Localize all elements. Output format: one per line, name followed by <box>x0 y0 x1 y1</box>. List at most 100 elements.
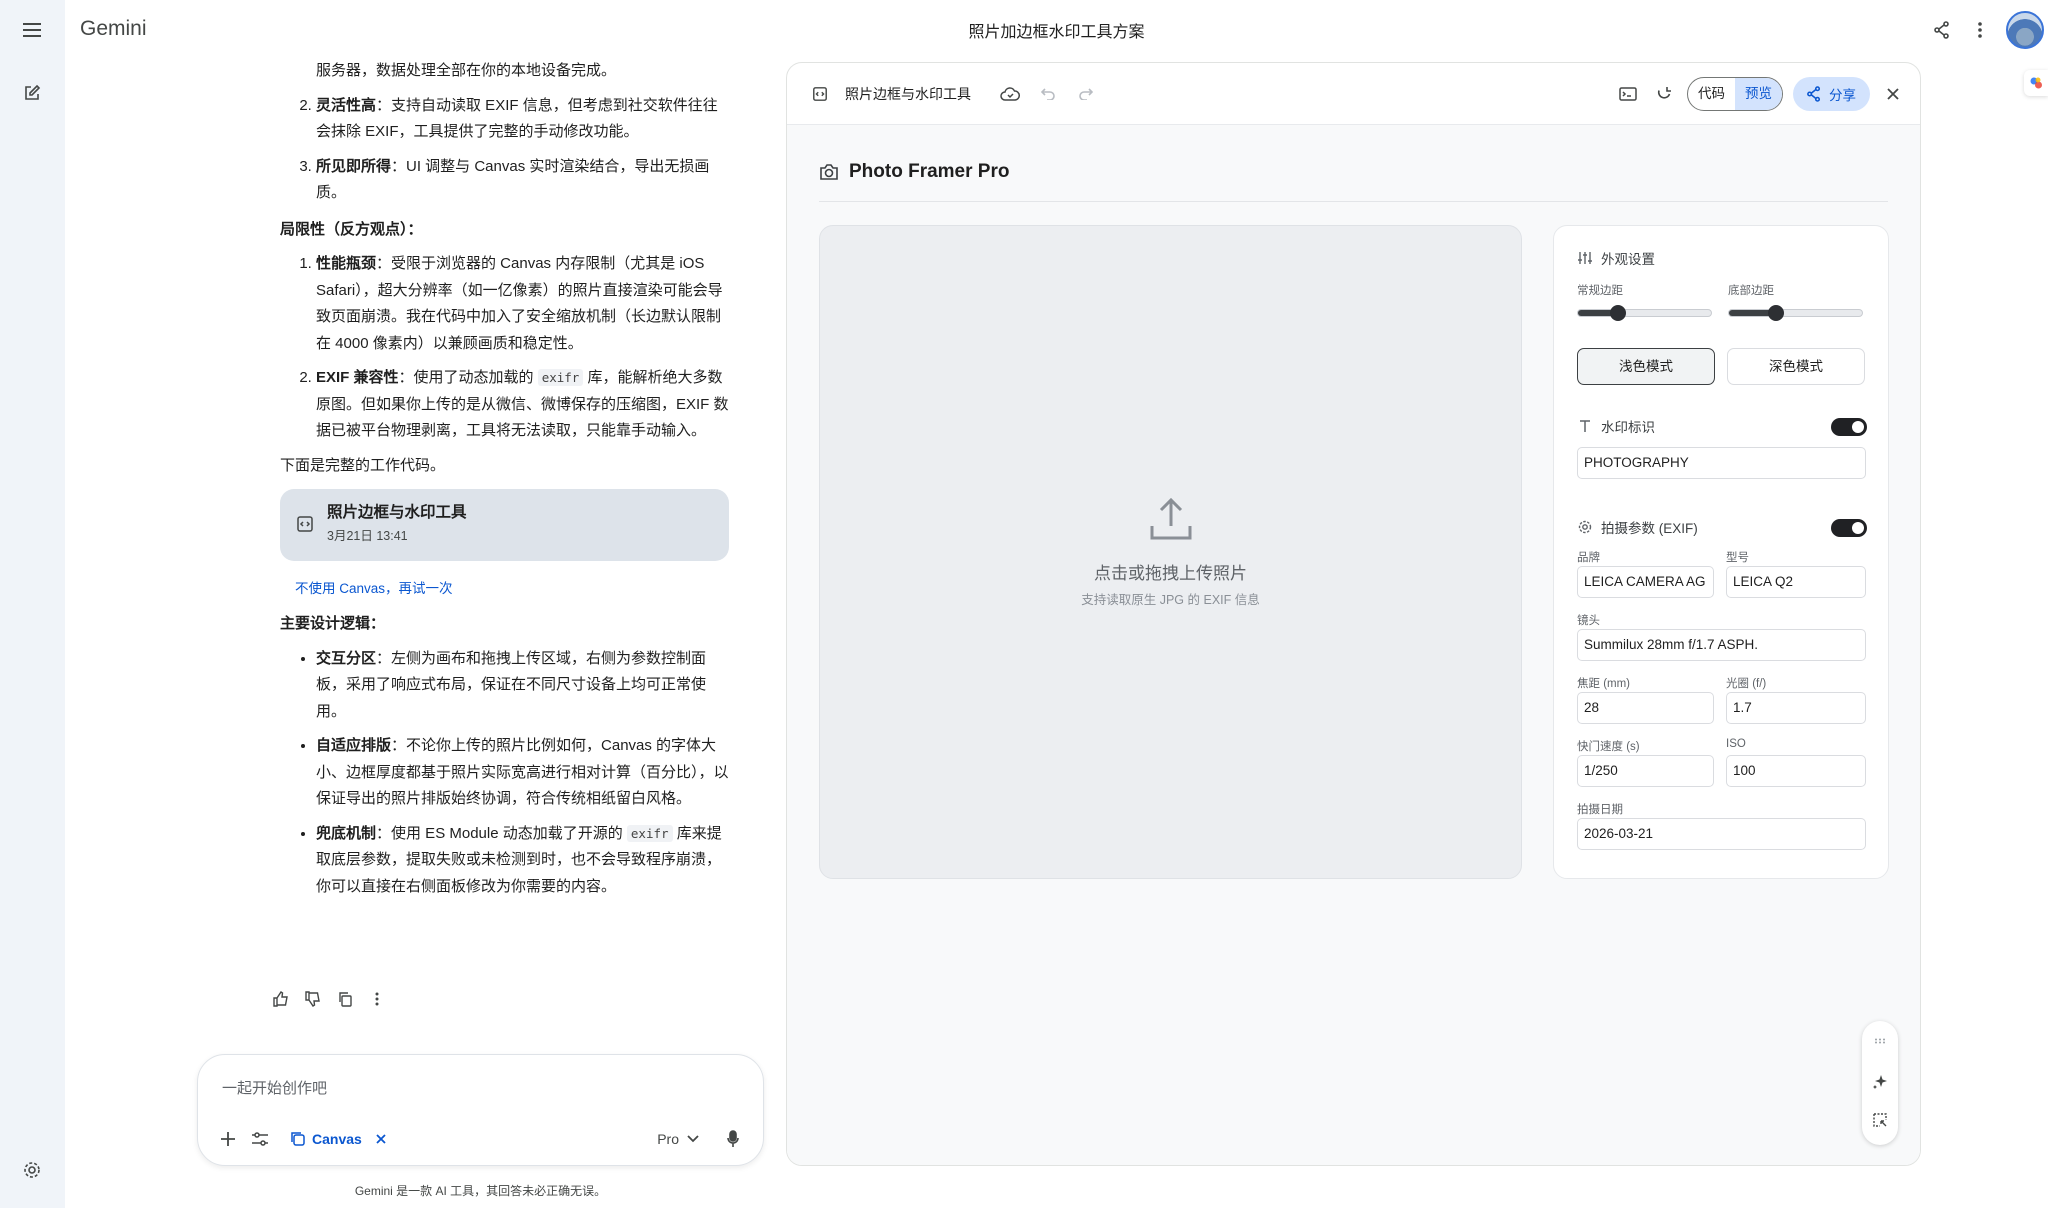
cloud-save-icon[interactable] <box>997 81 1023 107</box>
camera-icon <box>820 164 838 180</box>
appearance-section: 外观设置 <box>1577 248 1655 268</box>
list-item: 自适应排版：不论你上传的照片比例如何，Canvas 的字体大小、边框厚度都基于照… <box>316 733 730 813</box>
watermark-input[interactable]: PHOTOGRAPHY <box>1577 447 1866 479</box>
console-icon[interactable] <box>1615 81 1641 107</box>
tab-preview[interactable]: 预览 <box>1735 78 1782 110</box>
sparkle-icon[interactable] <box>1868 1070 1892 1094</box>
canvas-chip-label: Canvas <box>312 1131 362 1147</box>
more-vert-icon[interactable] <box>366 988 388 1010</box>
limits-list: 性能瓶颈：受限于浏览器的 Canvas 内存限制（尤其是 iOS Safari）… <box>280 251 730 445</box>
control-panel: 外观设置 常规边距 底部边距 浅色模式 深色模式 水印标识 PHOTOGRAPH… <box>1553 225 1889 879</box>
copy-icon[interactable] <box>334 988 356 1010</box>
margin-slider[interactable] <box>1577 305 1712 321</box>
extension-icon <box>2030 77 2042 89</box>
menu-icon[interactable] <box>18 16 46 44</box>
upload-hint: 支持读取原生 JPG 的 EXIF 信息 <box>1081 593 1260 607</box>
brand-input[interactable]: LEICA CAMERA AG <box>1577 566 1714 598</box>
exif-label: 拍摄参数 (EXIF) <box>1601 521 1698 536</box>
model-input[interactable]: LEICA Q2 <box>1726 566 1866 598</box>
text-icon <box>1577 418 1593 434</box>
tab-code[interactable]: 代码 <box>1688 78 1735 110</box>
divider <box>819 201 1888 202</box>
dark-mode-button[interactable]: 深色模式 <box>1727 348 1865 385</box>
extension-badge[interactable] <box>2024 70 2048 96</box>
list-item: 灵活性高：支持自动读取 EXIF 信息，但考虑到社交软件往往会抹除 EXIF，工… <box>316 93 730 146</box>
drag-handle-icon[interactable] <box>1868 1029 1892 1053</box>
add-icon[interactable] <box>212 1123 244 1155</box>
share-button[interactable]: 分享 <box>1793 77 1870 111</box>
app-name: Photo Framer Pro <box>849 161 1010 182</box>
chevron-down-icon <box>687 1135 699 1143</box>
focal-input[interactable]: 28 <box>1577 692 1714 724</box>
prompt-input[interactable]: 一起开始创作吧 <box>222 1077 327 1098</box>
canvas-card[interactable]: 照片边框与水印工具 3月21日 13:41 <box>280 489 729 561</box>
thumbs-up-icon[interactable] <box>270 988 292 1010</box>
iso-input[interactable]: 100 <box>1726 755 1866 787</box>
watermark-toggle[interactable] <box>1831 418 1867 436</box>
avatar[interactable] <box>2006 11 2044 49</box>
list-item: 交互分区：左侧为画布和拖拽上传区域，右侧为参数控制面板，采用了响应式布局，保证在… <box>316 646 730 726</box>
canvas-card-time: 3月21日 13:41 <box>327 529 408 543</box>
retry-without-canvas-link[interactable]: 不使用 Canvas，再试一次 <box>295 579 730 599</box>
tools-icon[interactable] <box>244 1123 276 1155</box>
chat-response: 服务器，数据处理全部在你的本地设备完成。 灵活性高：支持自动读取 EXIF 信息… <box>280 58 730 908</box>
code-preview-toggle[interactable]: 代码 预览 <box>1687 77 1783 111</box>
focal-label: 焦距 (mm) <box>1577 678 1631 690</box>
design-heading: 主要设计逻辑： <box>280 615 386 632</box>
code-intro: 下面是完整的工作代码。 <box>280 456 446 474</box>
model-selector[interactable]: Pro <box>657 1131 699 1147</box>
code-inline: exifr <box>626 824 673 842</box>
share-icon[interactable] <box>1924 12 1960 48</box>
model-label: Pro <box>657 1131 679 1147</box>
settings-icon[interactable] <box>18 1156 46 1184</box>
left-rail <box>0 0 65 1208</box>
upload-dropzone[interactable]: 点击或拖拽上传照片 支持读取原生 JPG 的 EXIF 信息 <box>819 225 1522 879</box>
advantages-list: 灵活性高：支持自动读取 EXIF 信息，但考虑到社交软件往往会抹除 EXIF，工… <box>280 93 730 207</box>
conversation-title: 照片加边框水印工具方案 <box>968 24 1145 41</box>
iso-label: ISO <box>1726 738 1746 750</box>
canvas-icon <box>291 1132 305 1146</box>
undo-icon[interactable] <box>1035 81 1061 107</box>
code-doc-icon <box>807 81 833 107</box>
refresh-icon[interactable] <box>1651 81 1677 107</box>
more-vert-icon[interactable] <box>1962 12 1998 48</box>
disclaimer: Gemini 是一款 AI 工具，其回答未必正确无误。 <box>354 1184 607 1198</box>
bottom-margin-slider[interactable] <box>1728 305 1863 321</box>
share-icon <box>1807 86 1821 102</box>
canvas-toolbar: 照片边框与水印工具 代码 预览 分享 <box>787 63 1920 125</box>
app-preview: Photo Framer Pro 点击或拖拽上传照片 支持读取原生 JPG 的 … <box>787 125 1920 1165</box>
model-label: 型号 <box>1726 552 1749 564</box>
prompt-box[interactable]: 一起开始创作吧 Canvas Pro <box>197 1054 764 1166</box>
upload-icon <box>1150 497 1192 540</box>
limits-heading: 局限性（反方观点）： <box>280 220 423 238</box>
list-item: EXIF 兼容性：使用了动态加载的 exifr 库，能解析绝大多数原图。但如果你… <box>316 365 730 445</box>
exif-toggle[interactable] <box>1831 519 1867 537</box>
appearance-label: 外观设置 <box>1601 252 1655 267</box>
aperture-input[interactable]: 1.7 <box>1726 692 1866 724</box>
canvas-tool-chip[interactable]: Canvas <box>290 1131 386 1147</box>
new-chat-icon[interactable] <box>18 79 46 107</box>
design-list: 交互分区：左侧为画布和拖拽上传区域，右侧为参数控制面板，采用了响应式布局，保证在… <box>280 646 730 901</box>
close-icon[interactable] <box>1880 81 1906 107</box>
redo-icon[interactable] <box>1073 81 1099 107</box>
aperture-label: 光圈 (f/) <box>1726 678 1767 690</box>
gear-icon <box>1577 519 1593 535</box>
sliders-icon <box>1577 250 1593 266</box>
code-inline: exifr <box>537 369 584 386</box>
canvas-card-title: 照片边框与水印工具 <box>327 504 467 521</box>
shutter-input[interactable]: 1/250 <box>1577 755 1714 787</box>
light-mode-button[interactable]: 浅色模式 <box>1577 348 1715 385</box>
date-label: 拍摄日期 <box>1577 804 1623 816</box>
close-icon[interactable] <box>376 1131 386 1147</box>
canvas-panel: 照片边框与水印工具 代码 预览 分享 Photo Framer Pro 点击或拖… <box>786 62 1921 1166</box>
lens-input[interactable]: Summilux 28mm f/1.7 ASPH. <box>1577 629 1866 661</box>
floating-tools <box>1862 1021 1898 1145</box>
mic-icon[interactable] <box>717 1123 749 1155</box>
date-input[interactable]: 2026-03-21 <box>1577 818 1866 850</box>
thumbs-down-icon[interactable] <box>302 988 324 1010</box>
margin-label: 常规边距 <box>1577 285 1623 297</box>
upload-title: 点击或拖拽上传照片 <box>1094 564 1247 583</box>
app-header: Photo Framer Pro <box>819 161 1009 183</box>
watermark-label: 水印标识 <box>1601 420 1655 435</box>
select-area-icon[interactable] <box>1868 1108 1892 1132</box>
